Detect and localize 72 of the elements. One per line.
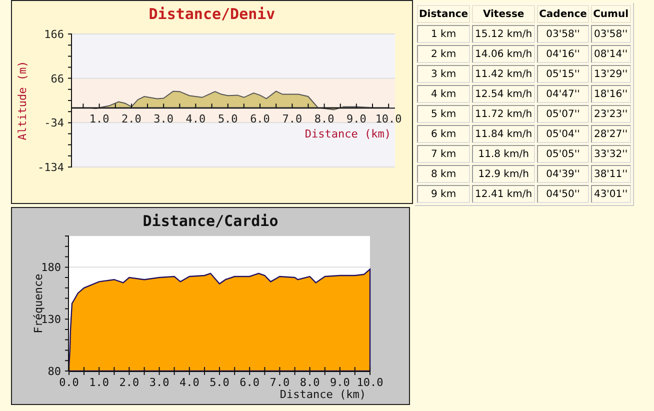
table-cell: 04'47'' <box>537 85 589 103</box>
table-cell: 28'27'' <box>590 125 631 143</box>
axis-tick-label: 10.0 <box>375 112 402 126</box>
axis-tick-label: 3.0 <box>149 376 170 389</box>
chart-title: Distance/Cardio <box>142 211 278 232</box>
axis-tick-label: 8.0 <box>300 376 320 389</box>
table-cell: 33'32'' <box>590 145 631 163</box>
axis-tick-label: 80 <box>48 365 61 378</box>
axis-tick-label: 4.0 <box>179 376 200 389</box>
table-cell: 43'01'' <box>590 185 631 203</box>
table-cell: 11.84 km/h <box>472 125 536 143</box>
table-cell: 5 km <box>417 105 470 123</box>
table-cell: 12.41 km/h <box>472 185 536 203</box>
table-cell: 4 km <box>417 85 470 103</box>
axis-tick-label: 5.0 <box>218 112 238 126</box>
axis-tick-label: 9.0 <box>330 376 350 389</box>
table-cell: 04'50'' <box>537 185 589 203</box>
table-cell: 15.12 km/h <box>472 25 536 43</box>
table-cell: 05'15'' <box>537 65 589 83</box>
table-cell: 13'29'' <box>590 65 631 83</box>
column-header: Cadence <box>537 5 589 23</box>
table-cell: 11.8 km/h <box>472 145 536 163</box>
axis-tick-label: 7.0 <box>282 112 302 126</box>
axis-tick-label: 66 <box>50 72 64 86</box>
axis-tick-label: 9.0 <box>346 112 366 126</box>
axis-tick-label: 3.0 <box>154 112 174 126</box>
axis-tick-label: 0.0 <box>59 376 79 389</box>
table-cell: 05'04'' <box>537 125 589 143</box>
axis-tick-label: 7.0 <box>270 376 290 389</box>
column-header: Cumul <box>590 5 631 23</box>
column-header: Vitesse <box>472 5 536 23</box>
table-cell: 11.72 km/h <box>472 105 536 123</box>
axis-tick-label: 5.0 <box>210 376 230 389</box>
table-cell: 03'58'' <box>590 25 631 43</box>
chart-title: Distance/Deniv <box>148 4 276 25</box>
table-cell: 05'05'' <box>537 145 589 163</box>
table-cell: 38'11'' <box>590 165 631 183</box>
table-cell: 18'16'' <box>590 85 631 103</box>
axis-tick-label: 2.0 <box>122 112 142 126</box>
axis-title: Distance (km) <box>304 128 391 141</box>
table-cell: 3 km <box>417 65 470 83</box>
axis-tick-label: 180 <box>41 261 61 274</box>
table-cell: 12.9 km/h <box>472 165 536 183</box>
table-cell: 05'07'' <box>537 105 589 123</box>
table-cell: 12.54 km/h <box>472 85 536 103</box>
axis-title: Distance (km) <box>280 388 366 401</box>
column-header: Distance <box>417 5 470 23</box>
table-cell: 1 km <box>417 25 470 43</box>
axis-title: Altitude (m) <box>16 60 29 140</box>
table-cell: 9 km <box>417 185 470 203</box>
table-cell: 11.42 km/h <box>472 65 536 83</box>
table-cell: 04'39'' <box>537 165 589 183</box>
table-cell: 03'58'' <box>537 25 589 43</box>
axis-tick-label: 1.0 <box>89 112 110 126</box>
table-cell: 6 km <box>417 125 470 143</box>
axis-tick-label: 6.0 <box>240 376 260 389</box>
axis-tick-label: 8.0 <box>314 112 334 126</box>
axis-tick-label: 166 <box>44 28 64 41</box>
table-cell: 2 km <box>417 45 470 63</box>
axis-tick-label: 2.0 <box>119 376 140 389</box>
axis-tick-label: -34 <box>44 116 64 130</box>
axis-tick-label: 4.0 <box>186 112 206 126</box>
table-cell: 8 km <box>417 165 470 183</box>
table-cell: 04'16'' <box>537 45 589 63</box>
axis-tick-label: 6.0 <box>250 112 270 126</box>
table-cell: 23'23'' <box>590 105 631 123</box>
table-cell: 08'14'' <box>590 45 631 63</box>
axis-tick-label: 1.0 <box>89 376 110 389</box>
table-cell: 7 km <box>417 145 470 163</box>
axis-tick-label: 10.0 <box>356 376 384 389</box>
table-cell: 14.06 km/h <box>472 45 536 63</box>
axis-tick-label: -134 <box>38 161 64 174</box>
